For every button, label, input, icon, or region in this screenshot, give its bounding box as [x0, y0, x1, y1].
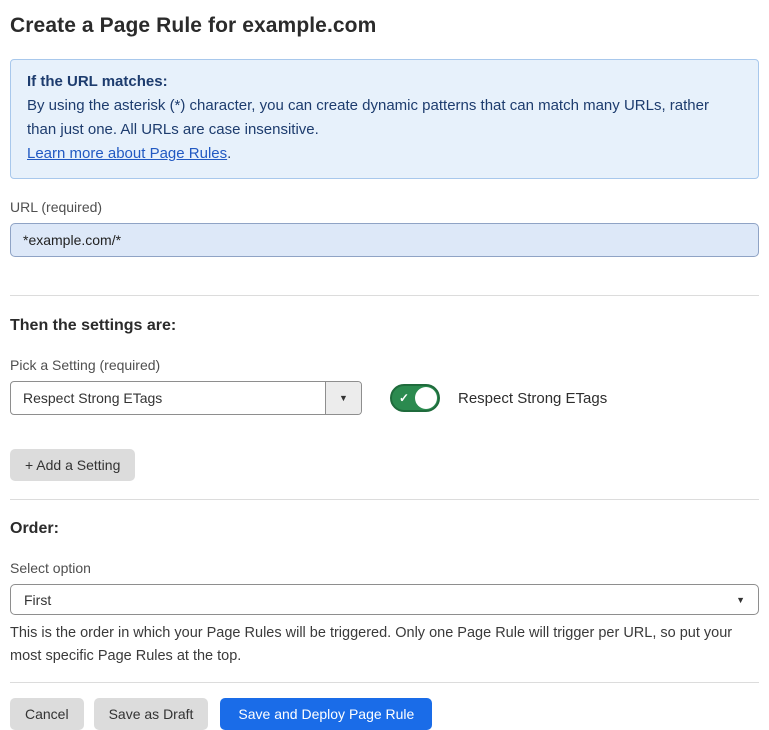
- info-box-body: By using the asterisk (*) character, you…: [27, 94, 742, 142]
- save-draft-button[interactable]: Save as Draft: [94, 698, 209, 730]
- toggle-label: Respect Strong ETags: [458, 390, 607, 407]
- url-field-label: URL (required): [10, 199, 759, 215]
- order-help-text: This is the order in which your Page Rul…: [10, 622, 755, 668]
- info-box-link-line: Learn more about Page Rules.: [27, 142, 742, 166]
- chevron-down-icon: ▼: [736, 595, 745, 605]
- setting-dropdown-value: Respect Strong ETags: [11, 382, 325, 414]
- footer-divider: [10, 682, 759, 683]
- page-rule-form: Create a Page Rule for example.com If th…: [0, 0, 769, 730]
- section-divider: [10, 295, 759, 296]
- chevron-down-icon[interactable]: ▼: [325, 382, 361, 414]
- settings-section-heading: Then the settings are:: [10, 317, 759, 335]
- info-box-heading: If the URL matches:: [27, 70, 742, 94]
- order-dropdown-value: First: [24, 592, 51, 608]
- cancel-button[interactable]: Cancel: [10, 698, 84, 730]
- learn-more-link[interactable]: Learn more about Page Rules: [27, 145, 227, 162]
- setting-toggle[interactable]: ✓: [390, 384, 440, 412]
- page-title: Create a Page Rule for example.com: [10, 14, 759, 38]
- toggle-knob: [415, 387, 437, 409]
- section-divider: [10, 499, 759, 500]
- order-section-heading: Order:: [10, 520, 759, 538]
- url-input[interactable]: [10, 223, 759, 257]
- footer-actions: Cancel Save as Draft Save and Deploy Pag…: [10, 698, 759, 730]
- save-deploy-button[interactable]: Save and Deploy Page Rule: [220, 698, 432, 730]
- check-icon: ✓: [399, 392, 409, 404]
- pick-setting-label: Pick a Setting (required): [10, 357, 759, 373]
- order-dropdown[interactable]: First ▼: [10, 584, 759, 615]
- setting-row: Respect Strong ETags ▼ ✓ Respect Strong …: [10, 381, 759, 415]
- add-setting-button[interactable]: + Add a Setting: [10, 449, 135, 481]
- setting-dropdown[interactable]: Respect Strong ETags ▼: [10, 381, 362, 415]
- link-period: .: [227, 145, 231, 162]
- order-select-label: Select option: [10, 560, 759, 576]
- url-match-info-box: If the URL matches: By using the asteris…: [10, 59, 759, 179]
